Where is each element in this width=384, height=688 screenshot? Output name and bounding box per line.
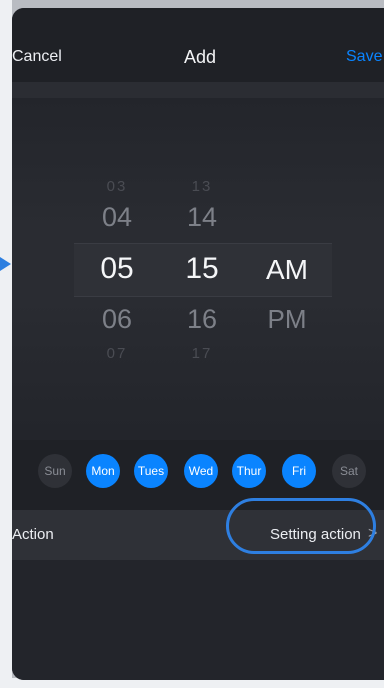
arrow-pointer-icon — [0, 257, 11, 271]
empty-area — [12, 560, 384, 680]
minute-option[interactable]: 13 — [167, 178, 237, 195]
minute-option[interactable]: 17 — [167, 345, 237, 362]
save-button[interactable]: Save — [346, 48, 382, 66]
minute-option[interactable]: 16 — [167, 304, 237, 335]
day-toggle-mon[interactable]: Mon — [86, 454, 120, 488]
hour-selected[interactable]: 05 — [82, 252, 152, 286]
minute-selected[interactable]: 15 — [167, 252, 237, 286]
header-divider — [12, 82, 384, 98]
time-picker[interactable]: 03 04 05 06 07 13 14 15 16 17 AM PM — [12, 98, 384, 430]
period-option[interactable]: PM — [252, 304, 322, 335]
hour-option[interactable]: 04 — [82, 202, 152, 233]
day-toggle-sat[interactable]: Sat — [332, 454, 366, 488]
app-screen: Cancel Add Save 03 04 05 06 07 13 14 15 … — [0, 0, 384, 688]
highlight-ring — [226, 498, 376, 554]
action-label: Action — [12, 526, 54, 543]
day-toggle-sun[interactable]: Sun — [38, 454, 72, 488]
day-toggle-tues[interactable]: Tues — [134, 454, 168, 488]
period-wheel[interactable]: AM PM — [252, 98, 322, 430]
sheet-header: Cancel Add Save — [12, 8, 384, 82]
period-selected[interactable]: AM — [252, 254, 322, 286]
hour-option[interactable]: 07 — [82, 345, 152, 362]
day-toggle-thur[interactable]: Thur — [232, 454, 266, 488]
add-schedule-sheet: Cancel Add Save 03 04 05 06 07 13 14 15 … — [12, 8, 384, 680]
minute-wheel[interactable]: 13 14 15 16 17 — [167, 98, 237, 430]
sheet-title: Add — [184, 47, 217, 67]
day-toggle-wed[interactable]: Wed — [184, 454, 218, 488]
minute-option[interactable]: 14 — [167, 202, 237, 233]
hour-option[interactable]: 06 — [82, 304, 152, 335]
hour-option[interactable]: 03 — [82, 178, 152, 195]
background-edge — [0, 0, 12, 688]
day-toggle-fri[interactable]: Fri — [282, 454, 316, 488]
cancel-button[interactable]: Cancel — [12, 48, 62, 66]
hour-wheel[interactable]: 03 04 05 06 07 — [82, 98, 152, 430]
